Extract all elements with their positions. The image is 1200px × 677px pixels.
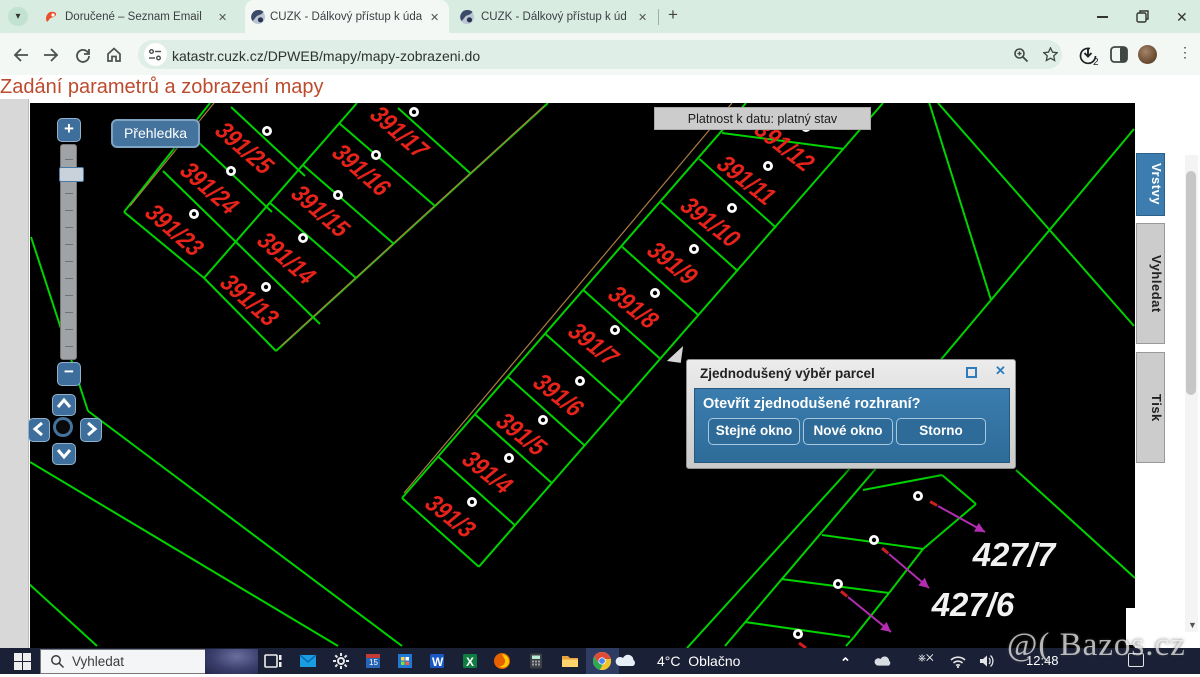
svg-text:W: W [432,655,444,669]
svg-text:X: X [466,655,474,669]
svg-text:427/7: 427/7 [972,536,1057,573]
svg-text:391/15: 391/15 [284,181,357,242]
svg-text:15: 15 [369,658,378,667]
svg-text:391/23: 391/23 [138,200,211,261]
svg-text:427/6: 427/6 [931,586,1015,623]
svg-text:391/24: 391/24 [173,158,246,219]
svg-text:391/14: 391/14 [250,228,323,289]
svg-text:2: 2 [1093,57,1099,68]
